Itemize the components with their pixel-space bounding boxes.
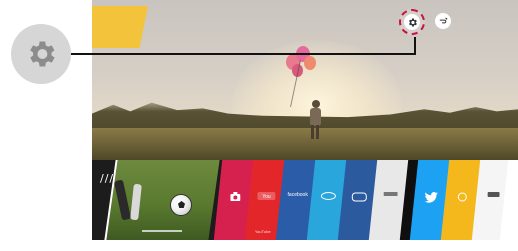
player-leg [130, 183, 142, 221]
launcher-bottom-edge [92, 240, 518, 251]
input-button[interactable] [435, 13, 451, 29]
thumbnail-caption [142, 230, 182, 232]
settings-callout-circle [11, 24, 71, 84]
tv-icon [351, 192, 367, 202]
channel-icon [383, 192, 398, 196]
guide-icon [457, 192, 467, 202]
balloon [304, 56, 316, 70]
recent-input-tile[interactable] [104, 160, 220, 240]
svg-text:You: You [262, 194, 271, 200]
soccer-thumbnail [112, 160, 214, 240]
child-body [310, 108, 321, 126]
callout-line [71, 53, 416, 55]
app-label: YouTube [254, 229, 271, 234]
facebook-icon: facebook [287, 192, 307, 198]
youtube-icon: You [257, 192, 276, 200]
gear-icon [408, 17, 417, 27]
cloud-icon [320, 192, 336, 200]
input-icon [439, 17, 447, 23]
settings-button[interactable] [404, 14, 420, 30]
child-figure [308, 100, 322, 140]
launcher-bar: /// You YouTube facebook [92, 160, 518, 240]
child-leg [311, 125, 314, 139]
gear-icon [30, 41, 55, 67]
soccer-ball [170, 194, 192, 216]
tv-screen: /// You YouTube facebook [92, 0, 518, 251]
notification-tile[interactable] [92, 6, 148, 48]
child-head [312, 100, 320, 108]
photo-icon [230, 192, 241, 201]
twitter-icon [424, 192, 438, 203]
child-leg [316, 125, 319, 139]
hdmi-icon [487, 192, 500, 197]
callout-line [414, 37, 416, 55]
player-leg [113, 179, 132, 221]
facebook-wordmark: facebook [287, 192, 308, 198]
